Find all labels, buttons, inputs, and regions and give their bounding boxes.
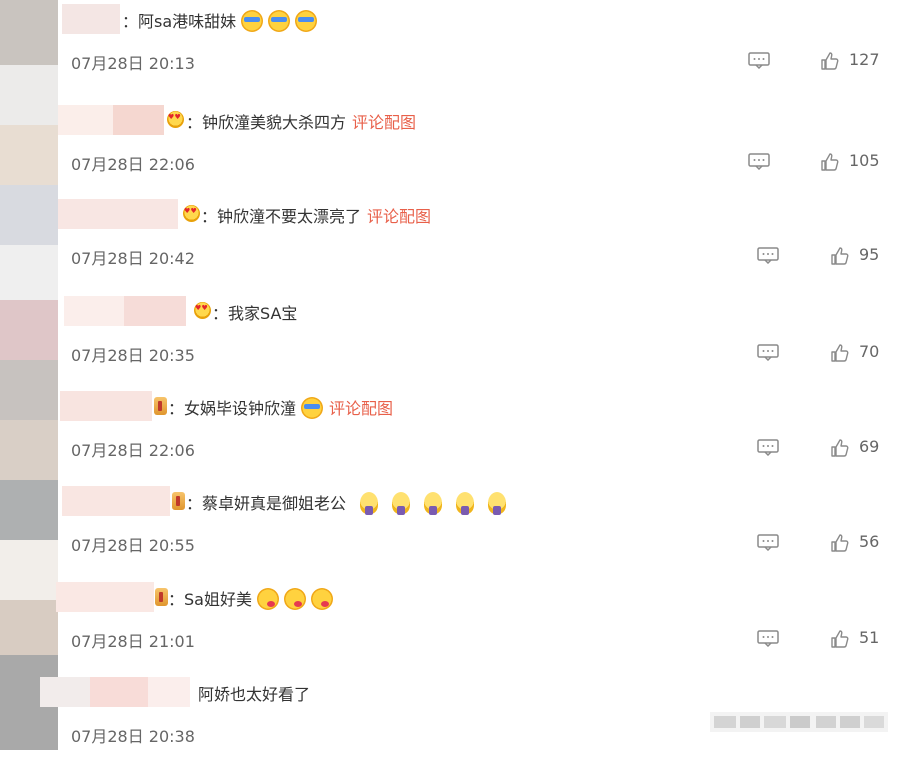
comment-date: 07月28日 22:06 xyxy=(71,155,195,174)
like-count: 127 xyxy=(849,50,880,69)
kiss-emoji xyxy=(310,588,333,610)
crown-badge xyxy=(155,588,168,606)
thumbs-up-icon[interactable] xyxy=(830,246,850,266)
comment-date: 07月28日 20:13 xyxy=(71,54,195,73)
comment-date: 07月28日 22:06 xyxy=(71,441,195,460)
cool-sunglasses-emoji xyxy=(301,397,324,419)
thumbs-up-icon[interactable] xyxy=(830,343,850,363)
comment-text: 阿sa港味甜妹 xyxy=(138,12,237,31)
comment-reply-icon[interactable] xyxy=(757,439,779,456)
heart-eyes-badge xyxy=(194,302,211,319)
kiss-emoji xyxy=(256,588,279,610)
comment-reply-icon[interactable] xyxy=(757,534,779,551)
kiss-emoji xyxy=(283,588,306,610)
comment-text: 蔡卓妍真是御姐老公 xyxy=(202,494,347,513)
thumbs-up-icon[interactable] xyxy=(830,533,850,553)
comment-item: ：蔡卓妍真是御姐老公 07月28日 20:55 56 xyxy=(0,486,900,582)
like-count: 51 xyxy=(859,628,880,647)
comment-item: ：我家SA宝 07月28日 20:35 70 xyxy=(0,296,900,392)
comment-item: ：钟欣潼不要太漂亮了评论配图 07月28日 20:42 95 xyxy=(0,199,900,295)
comment-text: 钟欣潼美貌大杀四方 xyxy=(202,113,347,132)
comment-item: ：钟欣潼美貌大杀四方评论配图 07月28日 22:06 105 xyxy=(0,105,900,201)
crown-badge xyxy=(172,492,185,510)
cool-sunglasses-emoji xyxy=(268,10,291,32)
comment-date: 07月28日 20:55 xyxy=(71,536,195,555)
comment-text: 我家SA宝 xyxy=(228,304,298,323)
thumbs-up-icon[interactable] xyxy=(830,629,850,649)
comment-text-line: ：钟欣潼不要太漂亮了 评论配图 xyxy=(201,207,432,226)
comment-reply-icon[interactable] xyxy=(748,153,770,170)
comment-reply-icon[interactable] xyxy=(757,247,779,264)
lightbulb-emoji xyxy=(392,492,411,515)
heart-eyes-badge xyxy=(167,111,184,128)
comment-text: 阿娇也太好看了 xyxy=(198,685,311,704)
cool-sunglasses-emoji xyxy=(241,10,264,32)
comment-text-line: ：我家SA宝 xyxy=(212,304,298,323)
comment-text: 钟欣潼不要太漂亮了 xyxy=(217,207,362,226)
crown-badge xyxy=(154,397,167,415)
comment-image-link[interactable]: 评论配图 xyxy=(367,207,431,226)
lightbulb-emoji xyxy=(488,492,507,515)
comment-date: 07月28日 21:01 xyxy=(71,632,195,651)
lightbulb-emoji xyxy=(424,492,443,515)
username-blurred[interactable] xyxy=(62,486,170,516)
heart-eyes-badge xyxy=(183,205,200,222)
comment-text-line: ：钟欣潼美貌大杀四方 评论配图 xyxy=(186,113,417,132)
comment-text-line: ：Sa姐好美 xyxy=(168,586,333,610)
comment-date: 07月28日 20:42 xyxy=(71,249,195,268)
comment-text: Sa姐好美 xyxy=(184,590,252,609)
username-blurred[interactable] xyxy=(40,677,190,707)
comment-item: ：阿sa港味甜妹 07月28日 20:13 127 xyxy=(0,4,900,100)
thumbs-up-icon[interactable] xyxy=(830,438,850,458)
like-count: 95 xyxy=(859,245,880,264)
comment-item: ：女娲毕设钟欣潼 评论配图 07月28日 22:06 69 xyxy=(0,391,900,487)
cool-sunglasses-emoji xyxy=(295,10,318,32)
comment-text-line: ：女娲毕设钟欣潼 评论配图 xyxy=(168,397,394,419)
comment-item: ：Sa姐好美 07月28日 21:01 51 xyxy=(0,582,900,678)
like-count: 70 xyxy=(859,342,880,361)
comment-reply-icon[interactable] xyxy=(748,52,770,69)
like-count: 105 xyxy=(849,151,880,170)
lightbulb-emoji xyxy=(456,492,475,515)
comment-date: 07月28日 20:35 xyxy=(71,346,195,365)
username-blurred[interactable] xyxy=(62,4,120,34)
comment-reply-icon[interactable] xyxy=(757,630,779,647)
like-count: 69 xyxy=(859,437,880,456)
comment-text-line: ：蔡卓妍真是御姐老公 xyxy=(186,490,507,515)
comment-date: 07月28日 20:38 xyxy=(71,727,195,746)
username-blurred[interactable] xyxy=(60,391,152,421)
comment-text-line: 阿娇也太好看了 xyxy=(198,681,310,705)
username-blurred[interactable] xyxy=(56,582,154,612)
comment-image-link[interactable]: 评论配图 xyxy=(329,399,393,418)
blurred-watermark xyxy=(710,712,888,732)
username-blurred[interactable] xyxy=(64,296,186,326)
username-blurred[interactable] xyxy=(58,105,164,135)
comment-image-link[interactable]: 评论配图 xyxy=(352,113,416,132)
comment-text: 女娲毕设钟欣潼 xyxy=(184,399,297,418)
username-blurred[interactable] xyxy=(58,199,178,229)
comment-reply-icon[interactable] xyxy=(757,344,779,361)
comment-text-line: ：阿sa港味甜妹 xyxy=(122,8,318,32)
thumbs-up-icon[interactable] xyxy=(820,51,840,71)
like-count: 56 xyxy=(859,532,880,551)
thumbs-up-icon[interactable] xyxy=(820,152,840,172)
lightbulb-emoji xyxy=(360,492,379,515)
